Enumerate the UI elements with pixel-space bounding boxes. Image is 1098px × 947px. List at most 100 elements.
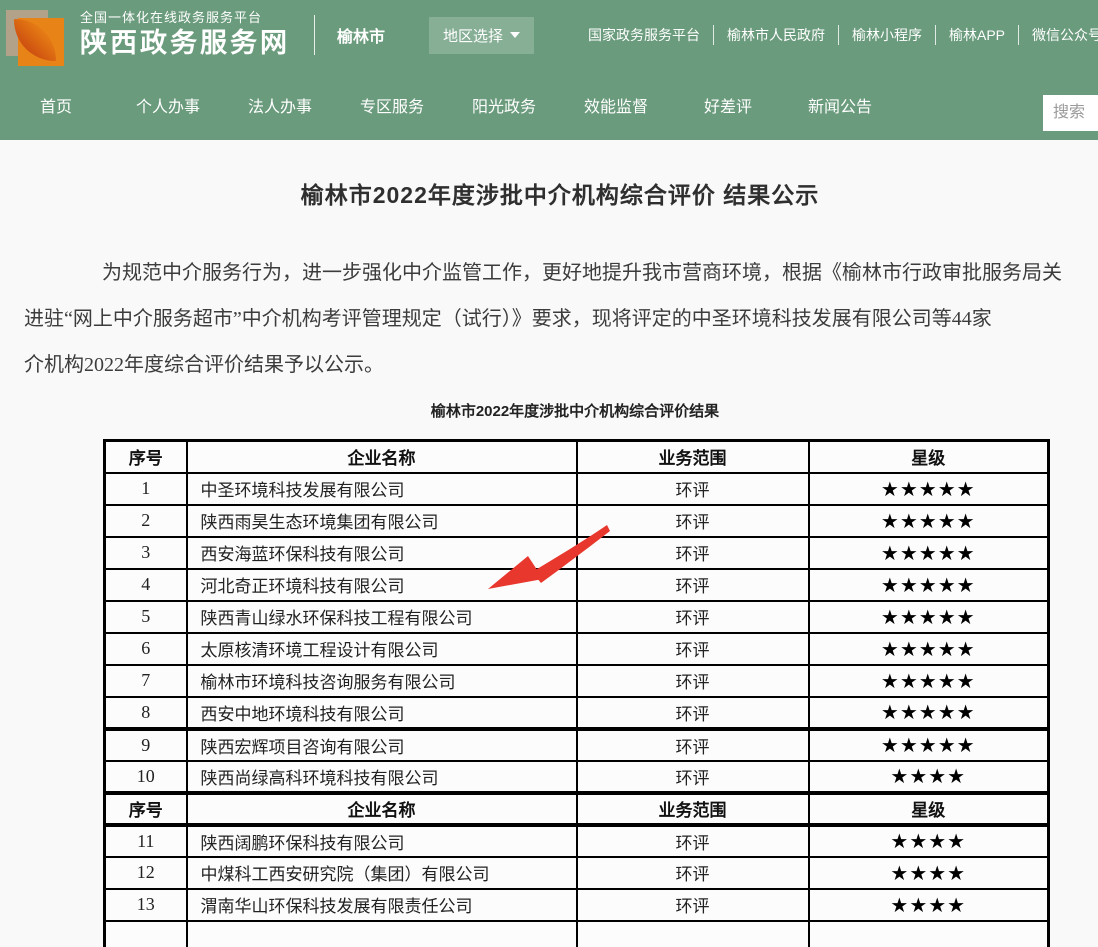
company-name: 陕西青山绿水环保科技工程有限公司 <box>187 601 577 633</box>
star-rating: ★★★★ <box>809 761 1049 793</box>
business-scope: 环评 <box>577 729 809 761</box>
column-header: 企业名称 <box>187 441 577 473</box>
table-caption: 榆林市2022年度涉批中介机构综合评价结果 <box>103 400 1047 421</box>
star-rating: ★★★★★ <box>809 729 1049 761</box>
nav-item-efficiency[interactable]: 效能监督 <box>560 93 672 117</box>
header-divider <box>314 15 315 55</box>
business-scope: 环评 <box>577 761 809 793</box>
row-number: 4 <box>105 569 187 601</box>
row-number: 11 <box>105 825 187 857</box>
link-city-app[interactable]: 榆林APP <box>936 25 1019 45</box>
star-rating: ★★★★★ <box>809 473 1049 505</box>
row-number: 5 <box>105 601 187 633</box>
column-header: 星级 <box>809 793 1049 825</box>
table-row: 3西安海蓝环保科技有限公司环评★★★★★ <box>105 537 1049 569</box>
row-number: 3 <box>105 537 187 569</box>
company-name: 榆林市环境科技咨询服务有限公司 <box>187 665 577 697</box>
company-name: 中煤科工西安研究院（集团）有限公司 <box>187 857 577 889</box>
paragraph-line: 进驻“网上中介服务超市”中介机构考评管理规定（试行）》要求，现将评定的中圣环境科… <box>24 296 1098 342</box>
company-name: 陕西雨昊生态环境集团有限公司 <box>187 505 577 537</box>
article-paragraph: 为规范中介服务行为，进一步强化中介监管工作，更好地提升我市营商环境，根据《榆林市… <box>0 250 1098 388</box>
business-scope: 环评 <box>577 825 809 857</box>
nav-item-rating[interactable]: 好差评 <box>672 93 784 117</box>
table-header-row: 序号企业名称业务范围星级 <box>105 441 1049 473</box>
company-name: 陕西尚绿高科环境科技有限公司 <box>187 761 577 793</box>
star-rating: ★★★★★ <box>809 569 1049 601</box>
empty-cell <box>105 921 187 947</box>
region-select-button[interactable]: 地区选择 <box>429 17 534 54</box>
row-number: 9 <box>105 729 187 761</box>
row-number: 12 <box>105 857 187 889</box>
table-row: 2陕西雨昊生态环境集团有限公司环评★★★★★ <box>105 505 1049 537</box>
nav-item-personal[interactable]: 个人办事 <box>112 93 224 117</box>
star-rating: ★★★★ <box>809 857 1049 889</box>
nav-item-open-government[interactable]: 阳光政务 <box>448 93 560 117</box>
table-row: 12中煤科工西安研究院（集团）有限公司环评★★★★ <box>105 857 1049 889</box>
star-rating: ★★★★★ <box>809 697 1049 729</box>
search-input[interactable] <box>1043 95 1098 131</box>
table-header-row: 序号企业名称业务范围星级 <box>105 793 1049 825</box>
link-wechat-official[interactable]: 微信公众号 <box>1019 25 1098 45</box>
header-top-row: 全国一体化在线政务服务平台 陕西政务服务网 榆林市 地区选择 国家政务服务平台 … <box>0 0 1098 70</box>
nav-item-corporate[interactable]: 法人办事 <box>224 93 336 117</box>
business-scope: 环评 <box>577 473 809 505</box>
brand-block: 全国一体化在线政务服务平台 陕西政务服务网 <box>80 11 290 60</box>
business-scope: 环评 <box>577 857 809 889</box>
link-mini-program[interactable]: 榆林小程序 <box>839 25 936 45</box>
nav-item-home[interactable]: 首页 <box>0 93 112 117</box>
paragraph-line: 为规范中介服务行为，进一步强化中介监管工作，更好地提升我市营商环境，根据《榆林市… <box>24 250 1098 296</box>
star-rating: ★★★★★ <box>809 537 1049 569</box>
column-header: 业务范围 <box>577 441 809 473</box>
business-scope: 环评 <box>577 633 809 665</box>
business-scope: 环评 <box>577 665 809 697</box>
table-row: 7榆林市环境科技咨询服务有限公司环评★★★★★ <box>105 665 1049 697</box>
site-header: 全国一体化在线政务服务平台 陕西政务服务网 榆林市 地区选择 国家政务服务平台 … <box>0 0 1098 140</box>
business-scope: 环评 <box>577 889 809 921</box>
company-name: 西安中地环境科技有限公司 <box>187 697 577 729</box>
empty-cell <box>577 921 809 947</box>
table-row: 4河北奇正环境科技有限公司环评★★★★★ <box>105 569 1049 601</box>
business-scope: 环评 <box>577 505 809 537</box>
star-rating: ★★★★★ <box>809 633 1049 665</box>
page-title: 榆林市2022年度涉批中介机构综合评价 结果公示 <box>0 176 1098 210</box>
evaluation-table-body: 序号企业名称业务范围星级1中圣环境科技发展有限公司环评★★★★★2陕西雨昊生态环… <box>105 441 1049 947</box>
chevron-down-icon <box>510 32 520 38</box>
company-name: 河北奇正环境科技有限公司 <box>187 569 577 601</box>
row-number: 6 <box>105 633 187 665</box>
star-rating: ★★★★★ <box>809 505 1049 537</box>
evaluation-table: 序号企业名称业务范围星级1中圣环境科技发展有限公司环评★★★★★2陕西雨昊生态环… <box>103 439 1050 947</box>
link-national-platform[interactable]: 国家政务服务平台 <box>575 25 714 45</box>
star-rating: ★★★★ <box>809 889 1049 921</box>
row-number: 8 <box>105 697 187 729</box>
empty-cell <box>809 921 1049 947</box>
star-rating: ★★★★★ <box>809 665 1049 697</box>
platform-line: 全国一体化在线政务服务平台 <box>80 11 290 26</box>
company-name: 陕西宏辉项目咨询有限公司 <box>187 729 577 761</box>
column-header: 业务范围 <box>577 793 809 825</box>
link-city-government[interactable]: 榆林市人民政府 <box>714 25 839 45</box>
current-city-label: 榆林市 <box>337 23 385 47</box>
main-nav: 首页 个人办事 法人办事 专区服务 阳光政务 效能监督 好差评 新闻公告 <box>0 70 1098 140</box>
region-select-label: 地区选择 <box>443 25 503 46</box>
star-rating: ★★★★ <box>809 825 1049 857</box>
table-row: 5陕西青山绿水环保科技工程有限公司环评★★★★★ <box>105 601 1049 633</box>
table-row: 6太原核清环境工程设计有限公司环评★★★★★ <box>105 633 1049 665</box>
row-number: 1 <box>105 473 187 505</box>
company-name: 陕西阔鹏环保科技有限公司 <box>187 825 577 857</box>
table-row: 11陕西阔鹏环保科技有限公司环评★★★★ <box>105 825 1049 857</box>
paragraph-line: 介机构2022年度综合评价结果予以公示。 <box>24 342 1098 388</box>
table-row-clipped <box>105 921 1049 947</box>
table-row: 1中圣环境科技发展有限公司环评★★★★★ <box>105 473 1049 505</box>
column-header: 序号 <box>105 441 187 473</box>
table-row: 8西安中地环境科技有限公司环评★★★★★ <box>105 697 1049 729</box>
nav-item-news[interactable]: 新闻公告 <box>784 93 896 117</box>
nav-item-special-zone[interactable]: 专区服务 <box>336 93 448 117</box>
column-header: 星级 <box>809 441 1049 473</box>
empty-cell <box>187 921 577 947</box>
company-name: 渭南华山环保科技发展有限责任公司 <box>187 889 577 921</box>
table-row: 10陕西尚绿高科环境科技有限公司环评★★★★ <box>105 761 1049 793</box>
business-scope: 环评 <box>577 697 809 729</box>
top-links: 国家政务服务平台 榆林市人民政府 榆林小程序 榆林APP 微信公众号 注册 <box>575 0 1098 70</box>
star-rating: ★★★★★ <box>809 601 1049 633</box>
table-row: 13渭南华山环保科技发展有限责任公司环评★★★★ <box>105 889 1049 921</box>
